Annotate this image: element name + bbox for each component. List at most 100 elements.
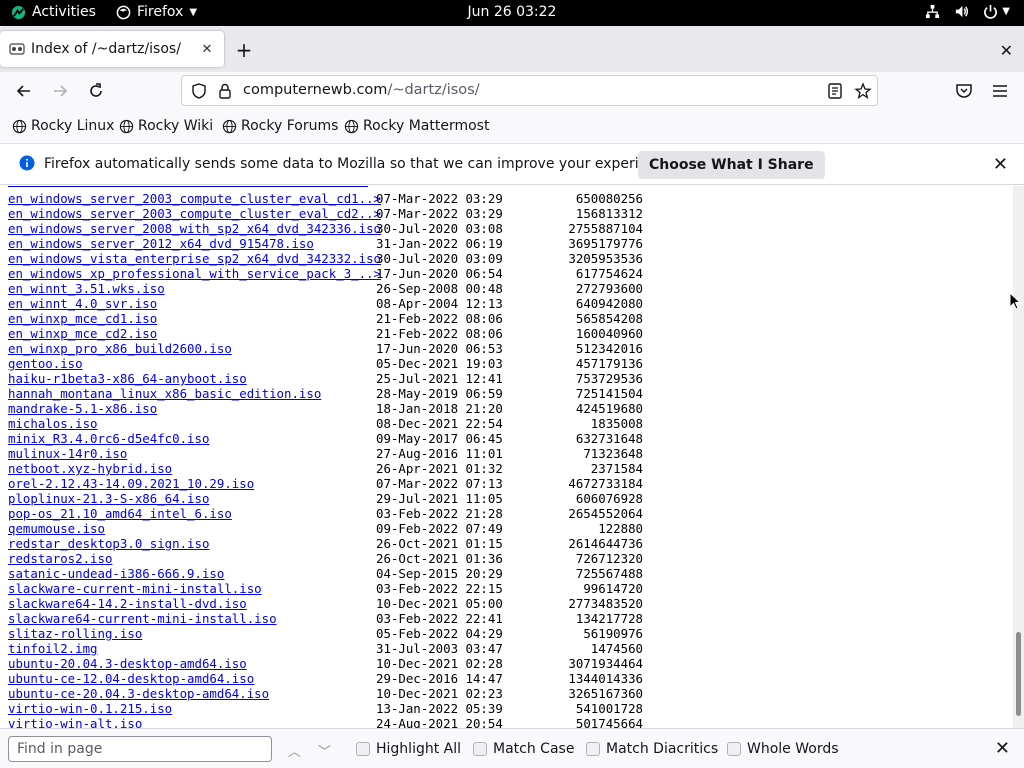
file-link[interactable]: pop-os_21.10_amd64_intel_6.iso [8,506,232,521]
listing-row: ubuntu-20.04.3-desktop-amd64.iso 10-Dec-2… [8,656,708,671]
file-link[interactable]: slitaz-rolling.iso [8,626,142,641]
match-case-checkbox[interactable]: Match Case [473,741,574,757]
notification-close-icon[interactable]: ✕ [993,154,1008,175]
file-link[interactable]: en_windows_server_2012_x64_dvd_915478.is… [8,236,314,251]
pocket-icon[interactable] [954,81,974,101]
choose-what-i-share-button[interactable]: Choose What I Share [638,151,825,179]
reload-icon[interactable] [86,81,106,101]
file-link[interactable]: en_windows_server_2003_compute_cluster_e… [8,191,381,206]
window-close-button[interactable]: ✕ [1000,41,1013,60]
match-case-label: Match Case [493,741,575,757]
listing-row: en_windows_server_2003_compute_cluster_e… [8,206,708,221]
power-icon [984,4,998,19]
tab-active[interactable]: Index of /~dartz/isos/ ✕ [0,31,224,67]
match-diacritics-checkbox[interactable]: Match Diacritics [586,741,718,757]
file-date: 10-Dec-2021 02:23 [376,686,503,701]
file-link[interactable]: redstar_desktop3.0_sign.iso [8,536,209,551]
file-date: 07-Mar-2022 07:13 [376,476,503,491]
bookmark-rocky-linux[interactable]: Rocky Linux [12,118,114,134]
scrollbar-thumb[interactable] [1016,632,1021,716]
file-size: 457179136 [575,356,643,371]
tracking-protection-icon[interactable] [190,82,208,100]
file-date: 26-Apr-2021 01:32 [376,461,503,476]
listing-row: en_winnt_3.51.wks.iso 26-Sep-2008 00:48 27… [8,281,708,296]
file-link[interactable]: en_windows_server_2003_compute_cluster_e… [8,206,381,221]
file-size: 134217728 [575,611,643,626]
file-link[interactable]: satanic-undead-i386-666.9.iso [8,566,224,581]
tab-close-icon[interactable]: ✕ [199,42,215,57]
file-link[interactable]: mulinux-14r0.iso [8,446,127,461]
file-link[interactable]: virtio-win-alt.iso [8,716,142,728]
file-link[interactable]: ubuntu-ce-12.04-desktop-amd64.iso [8,671,254,686]
file-link[interactable]: haiku-r1beta3-x86_64-anyboot.iso [8,371,247,386]
file-link[interactable]: en_winxp_mce_cd2.iso [8,326,157,341]
file-link[interactable]: gentoo.iso [8,356,83,371]
bookmark-rocky-mattermost[interactable]: Rocky Mattermost [344,118,489,134]
forward-icon[interactable] [50,81,70,101]
find-next-icon[interactable]: ﹀ [318,741,331,760]
file-size: 650080256 [575,191,643,206]
file-date: 28-May-2019 06:59 [376,386,503,401]
file-link[interactable]: ploplinux-21.3-S-x86_64.iso [8,491,209,506]
file-link[interactable]: en_windows_xp_professional_with_service_… [8,266,381,281]
listing-row: slackware64-14.2-install-dvd.iso 10-Dec-2… [8,596,708,611]
file-link[interactable]: virtio-win-0.1.215.iso [8,701,172,716]
file-link[interactable]: en_winnt_3.51.wks.iso [8,281,165,296]
globe-icon [119,119,134,133]
url-bar[interactable]: computernewb.com/~dartz/isos/ [181,75,878,106]
file-link[interactable]: mandrake-5.1-x86.iso [8,401,157,416]
hamburger-menu-icon[interactable] [990,81,1010,101]
file-link[interactable]: slackware-current-mini-install.iso [8,581,262,596]
file-link[interactable]: qemumouse.iso [8,521,105,536]
bookmark-rocky-wiki[interactable]: Rocky Wiki [119,118,213,134]
file-size: 632731648 [575,431,643,446]
bookmark-rocky-forums[interactable]: Rocky Forums [222,118,338,134]
file-link[interactable]: redstaros2.iso [8,551,112,566]
find-bar-close-icon[interactable]: ✕ [995,738,1010,759]
file-link[interactable]: en_winnt_4.0_svr.iso [8,296,157,311]
file-link[interactable]: ubuntu-ce-20.04.3-desktop-amd64.iso [8,686,269,701]
file-link[interactable]: hannah_montana_linux_x86_basic_edition.i… [8,386,321,401]
listing-row: michalos.iso 08-Dec-2021 22:54 1835008 [8,416,708,431]
file-date: 05-Dec-2021 19:03 [376,356,503,371]
whole-words-checkbox[interactable]: Whole Words [727,741,839,757]
file-date: 07-Mar-2022 03:29 [376,191,503,206]
file-link[interactable]: orel-2.12.43-14.09.2021_10.29.iso [8,476,254,491]
back-icon[interactable] [14,81,34,101]
file-size: 56190976 [583,626,643,641]
file-link[interactable]: tinfoil2.img [8,641,98,656]
listing-row: orel-2.12.43-14.09.2021_10.29.iso 07-Mar-… [8,476,708,491]
file-link[interactable]: slackware64-current-mini-install.iso [8,611,277,626]
vertical-scrollbar[interactable] [1013,186,1024,728]
notification-message: Firefox automatically sends some data to… [44,156,677,172]
file-link[interactable]: netboot.xyz-hybrid.iso [8,461,172,476]
listing-row: mulinux-14r0.iso 27-Aug-2016 11:01 7132364… [8,446,708,461]
listing-row: en_winxp_mce_cd2.iso 21-Feb-2022 08:06 160… [8,326,708,341]
file-date: 21-Feb-2022 08:06 [376,311,503,326]
file-link[interactable]: en_winxp_pro_x86_build2600.iso [8,341,232,356]
listing-row: ubuntu-ce-20.04.3-desktop-amd64.iso 10-De… [8,686,708,701]
site-info-lock-icon[interactable] [216,82,234,100]
new-tab-button[interactable]: + [233,39,255,61]
file-size: 606076928 [575,491,643,506]
file-link[interactable]: michalos.iso [8,416,98,431]
file-link[interactable]: en_winxp_mce_cd1.iso [8,311,157,326]
file-size: 725567488 [575,566,643,581]
bookmark-star-icon[interactable] [854,82,872,100]
file-link[interactable]: slackware64-14.2-install-dvd.iso [8,596,247,611]
listing-row: gentoo.iso 05-Dec-2021 19:03 457179136 [8,356,708,371]
find-previous-icon[interactable]: ︿ [288,741,301,760]
system-tray[interactable]: ▼ [925,4,1010,19]
file-link[interactable]: en_windows_vista_enterprise_sp2_x64_dvd_… [8,251,381,266]
listing-row: en_windows_server_2003_compute_cluster_e… [8,191,708,206]
globe-icon [12,119,27,133]
file-link[interactable]: minix_R3.4.0rc6-d5e4fc0.iso [8,431,209,446]
highlight-all-label: Highlight All [376,741,462,757]
clock[interactable]: Jun 26 03:22 [0,4,1024,20]
highlight-all-checkbox[interactable]: Highlight All [356,741,461,757]
file-size: 3205953536 [568,251,643,266]
find-in-page-input[interactable] [8,736,272,762]
file-link[interactable]: en_windows_server_2008_with_sp2_x64_dvd_… [8,221,381,236]
reader-view-icon[interactable] [826,82,844,100]
file-link[interactable]: ubuntu-20.04.3-desktop-amd64.iso [8,656,247,671]
